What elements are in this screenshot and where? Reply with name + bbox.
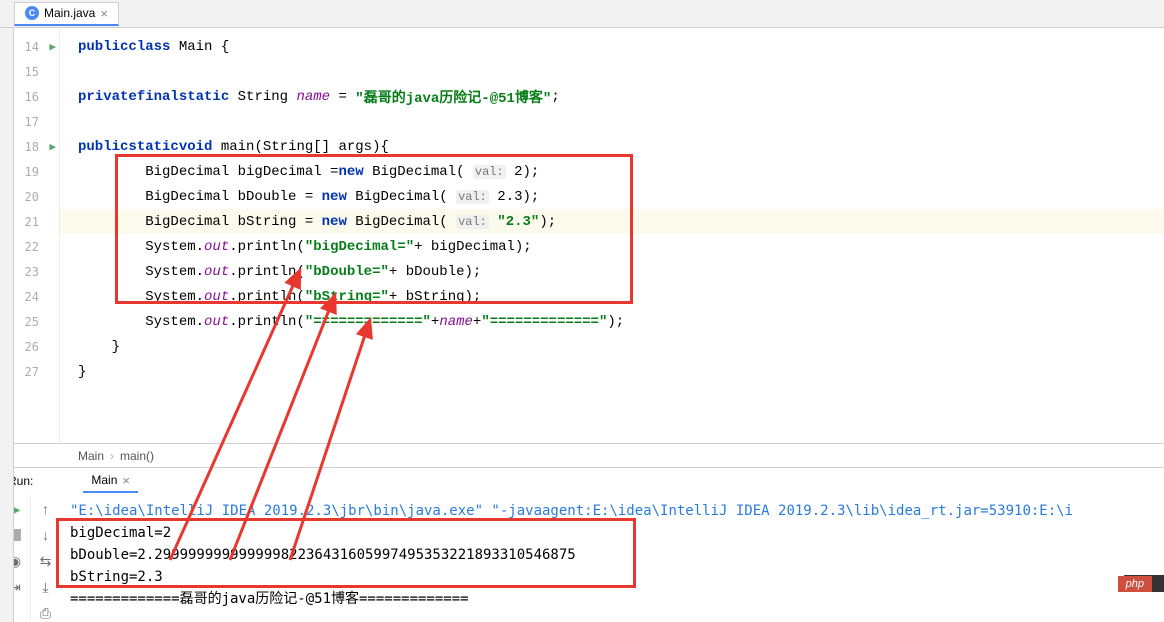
wrap-icon[interactable]: ⇆ [37, 552, 55, 570]
code-editor[interactable]: public class Main { private final static… [60, 28, 1164, 443]
console-line: bigDecimal=2 [70, 522, 1154, 544]
run-tool-window: Run: Main × ▶ ◉ ⇥ ↑ ↓ ⇆ ⤓ ⎙ "E:\idea\ [0, 467, 1164, 622]
console-line: =============磊哥的java历险记-@51博客===========… [70, 588, 1154, 610]
close-icon[interactable]: × [100, 6, 108, 21]
print-icon[interactable]: ⎙ [37, 604, 55, 622]
tab-filename: Main.java [44, 6, 95, 20]
console-command: "E:\idea\IntelliJ IDEA 2019.2.3\jbr\bin\… [70, 500, 1154, 522]
java-class-icon: C [25, 6, 39, 20]
run-gutter-icon[interactable]: ▶ [49, 40, 56, 53]
breadcrumb[interactable]: Main › main() [0, 443, 1164, 467]
scroll-icon[interactable]: ⤓ [37, 578, 55, 596]
editor-tab-bar: C Main.java × [0, 0, 1164, 28]
down-icon[interactable]: ↓ [37, 526, 55, 544]
up-icon[interactable]: ↑ [37, 500, 55, 518]
console-output[interactable]: "E:\idea\IntelliJ IDEA 2019.2.3\jbr\bin\… [60, 494, 1164, 622]
file-tab-main-java[interactable]: C Main.java × [14, 2, 119, 26]
run-config-tab[interactable]: Main × [83, 470, 138, 493]
watermark-badge: php [1118, 576, 1152, 592]
console-line: bDouble=2.299999999999999822364316059974… [70, 544, 1154, 566]
left-gutter-edge [0, 28, 14, 622]
console-line: bString=2.3 [70, 566, 1154, 588]
close-icon[interactable]: × [122, 473, 130, 488]
run-gutter-icon[interactable]: ▶ [49, 140, 56, 153]
run-toolbar-right: ↑ ↓ ⇆ ⤓ ⎙ [30, 494, 60, 622]
